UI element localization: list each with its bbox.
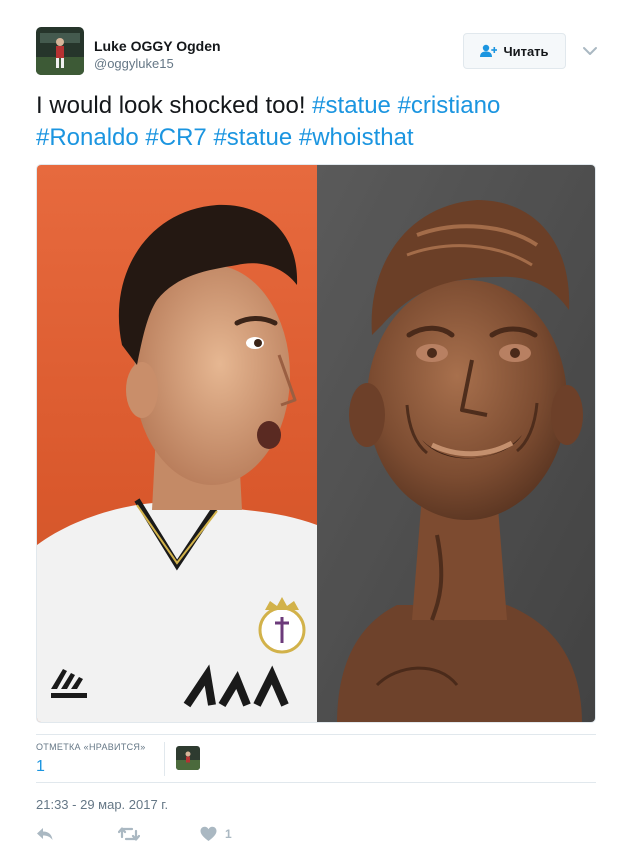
statue-photo (317, 165, 595, 722)
reply-button[interactable] (36, 826, 54, 842)
author-avatar[interactable] (36, 27, 84, 75)
author-name[interactable]: Luke OGGY Ogden (94, 38, 221, 54)
more-options-chevron-icon[interactable] (582, 44, 598, 56)
author-handle[interactable]: @oggyluke15 (94, 56, 174, 71)
reply-icon (36, 826, 54, 842)
likes-count[interactable]: 1 (36, 758, 45, 776)
tweet-timestamp[interactable]: 21:33 - 29 мар. 2017 г. (36, 797, 168, 812)
follow-button[interactable]: Читать (463, 33, 566, 69)
hashtag-link[interactable]: #statue (213, 124, 292, 151)
hashtag-link[interactable]: #statue (312, 92, 391, 119)
tweet-text-body: I would look shocked too! (36, 92, 313, 119)
hashtag-link[interactable]: #cristiano (398, 92, 501, 119)
add-user-icon (480, 44, 498, 58)
tweet-photo[interactable] (36, 164, 596, 723)
like-button[interactable]: 1 (200, 826, 232, 842)
like-count: 1 (225, 827, 232, 841)
hashtag-link[interactable]: #CR7 (145, 124, 206, 151)
ronaldo-photo (37, 165, 317, 722)
liker-avatar[interactable] (176, 746, 200, 770)
tweet-text: I would look shocked too! #statue #crist… (36, 90, 606, 154)
retweet-button[interactable] (118, 826, 140, 842)
stats-separator (164, 742, 165, 776)
follow-button-label: Читать (503, 43, 549, 59)
hashtag-link[interactable]: #Ronaldo (36, 124, 139, 151)
divider (36, 734, 596, 735)
divider (36, 782, 596, 783)
retweet-icon (118, 826, 140, 842)
likes-label: ОТМЕТКА «НРАВИТСЯ» (36, 742, 146, 752)
hashtag-link[interactable]: #whoisthat (299, 124, 414, 151)
heart-icon (200, 826, 217, 842)
